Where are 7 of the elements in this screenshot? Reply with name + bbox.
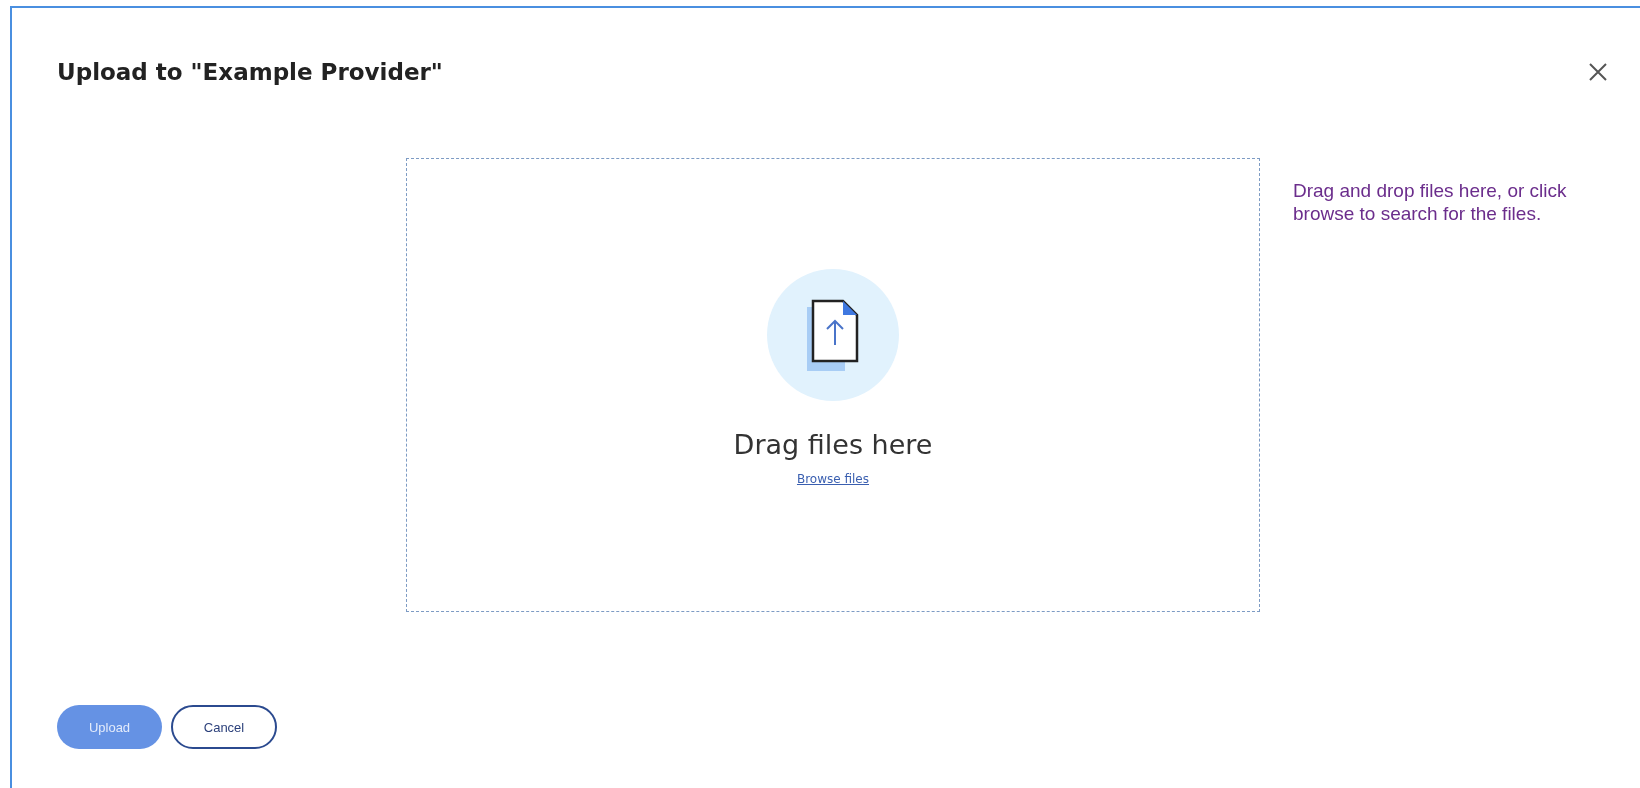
drop-heading: Drag files here (733, 429, 933, 460)
help-text: Drag and drop files here, or click browse to search for the files. (1293, 180, 1568, 226)
drop-zone[interactable]: Drag files here Browse files (406, 158, 1260, 612)
browse-files-link[interactable]: Browse files (796, 472, 869, 486)
dialog-title: Upload to "Example Provider" (57, 59, 443, 85)
cancel-button[interactable]: Cancel (171, 705, 277, 749)
close-icon (1588, 62, 1608, 82)
